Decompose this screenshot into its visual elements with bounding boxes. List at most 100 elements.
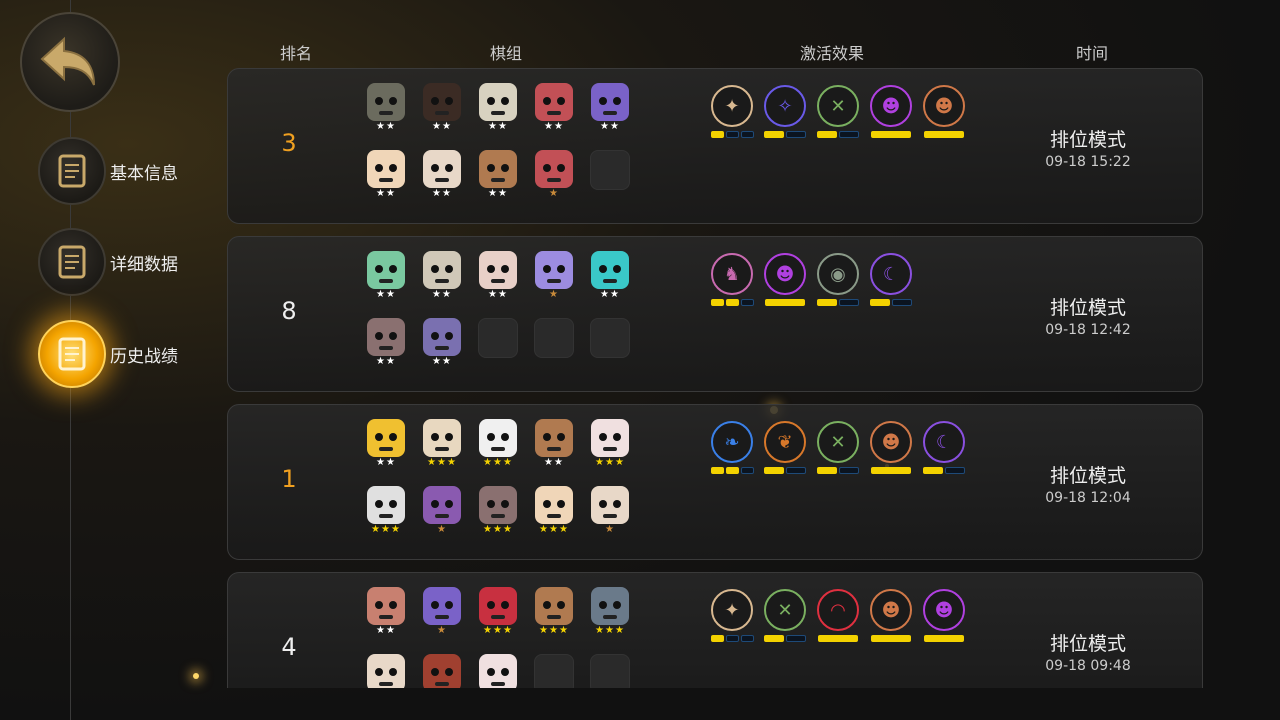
unit-card[interactable]: ★★ xyxy=(478,251,518,300)
match-row[interactable]: 4 ★★ ★ ★★★ ★★★ ★★★ ✦ ✕ ◠ ☻ ☻ 排位模式 09-18 09:48 xyxy=(227,572,1203,688)
unit-stars: ★★★ xyxy=(595,625,625,636)
synergy-item[interactable]: ✕ xyxy=(763,589,807,645)
unit-stars: ★★ xyxy=(432,121,452,132)
unit-card[interactable]: ★★ xyxy=(478,83,518,132)
match-mode: 排位模式 xyxy=(1049,297,1126,319)
unit-card[interactable] xyxy=(478,654,518,688)
frog-unit-icon xyxy=(367,251,405,289)
unit-card[interactable]: ★ xyxy=(590,486,630,535)
info-doc-icon xyxy=(38,228,106,296)
unit-card[interactable]: ★★ xyxy=(366,318,406,367)
unit-card[interactable]: ★★★ xyxy=(590,419,630,468)
sidebar-item-0[interactable]: 基本信息 xyxy=(38,137,178,205)
unit-card[interactable]: ★★ xyxy=(366,150,406,199)
unit-card[interactable]: ★★ xyxy=(366,83,406,132)
unit-stars: ★★ xyxy=(376,188,396,199)
synergy-item[interactable]: ☾ xyxy=(869,253,913,309)
unit-card[interactable]: ★★ xyxy=(422,251,462,300)
sidebar-item-2[interactable]: 历史战绩 xyxy=(38,320,178,388)
ogre-icon: ☻ xyxy=(870,589,912,631)
synergy-item[interactable]: ✧ xyxy=(763,85,807,141)
dome-icon: ◠ xyxy=(817,589,859,631)
synergy-item[interactable]: ♞ xyxy=(710,253,754,309)
header-lineup: 棋组 xyxy=(490,44,523,63)
synergy-item[interactable]: ✕ xyxy=(816,85,860,141)
unit-stars: ★★ xyxy=(544,457,564,468)
synergy-level-bars xyxy=(763,299,807,306)
synergy-item[interactable]: ◠ xyxy=(816,589,860,645)
unit-card[interactable]: ★★ xyxy=(534,83,574,132)
unit-stars: ★★ xyxy=(488,188,508,199)
unit-card[interactable]: ★★ xyxy=(422,318,462,367)
unit-card[interactable]: ★★★ xyxy=(422,419,462,468)
empty-unit-slot xyxy=(534,654,574,688)
synergy-item[interactable]: ☻ xyxy=(869,421,913,477)
synergy-item[interactable]: ◉ xyxy=(816,253,860,309)
synergy-item[interactable]: ❦ xyxy=(763,421,807,477)
synergy-item[interactable]: ☻ xyxy=(763,253,807,309)
match-rank: 8 xyxy=(281,297,297,325)
unit-card[interactable]: ★ xyxy=(534,150,574,199)
match-row[interactable]: 8 ★★ ★★ ★★ ★ ★★ ★★ ★★ ♞ ☻ ◉ ☾ 排位模式 09-18 12:42 xyxy=(227,236,1203,392)
match-history-list[interactable]: 3 ★★ ★★ ★★ ★★ ★★ ★★ ★★ ★★ ★ ✦ ✧ ✕ ☻ ☻ 排位模式 09-18 15:22 8 ★… xyxy=(227,68,1203,688)
empty-unit-slot xyxy=(590,654,630,688)
unit-card[interactable]: ★★ xyxy=(366,251,406,300)
synergy-item[interactable]: ☻ xyxy=(922,589,966,645)
unit-card[interactable]: ★★ xyxy=(422,83,462,132)
match-info: 排位模式 09-18 12:42 xyxy=(998,293,1178,338)
unit-stars: ★ xyxy=(605,524,615,535)
unit-card[interactable]: ★★ xyxy=(366,419,406,468)
synergy-level-bars xyxy=(922,131,966,138)
synergy-item[interactable]: ✕ xyxy=(816,421,860,477)
beast-icon: ✦ xyxy=(711,85,753,127)
ghost-unit-icon xyxy=(479,486,517,524)
synergy-item[interactable]: ✦ xyxy=(710,85,754,141)
screaming-unit-icon xyxy=(367,587,405,625)
unit-card[interactable]: ★★ xyxy=(590,83,630,132)
unit-card[interactable]: ★★★ xyxy=(590,587,630,636)
match-row[interactable]: 1 ★★ ★★★ ★★★ ★★ ★★★ ★★★ ★ ★★★ ★★★ ★ ❧ ❦ ✕ ☻ ☾ 排位模式 09-18 … xyxy=(227,404,1203,560)
unit-card[interactable]: ★★★ xyxy=(478,419,518,468)
skull-unit-icon xyxy=(367,654,405,688)
synergy-item[interactable]: ❧ xyxy=(710,421,754,477)
unit-card[interactable]: ★★★ xyxy=(534,587,574,636)
unit-card[interactable]: ★★★ xyxy=(478,486,518,535)
synergy-item[interactable]: ☻ xyxy=(922,85,966,141)
unit-card[interactable]: ★★ xyxy=(366,587,406,636)
witch-icon: ☾ xyxy=(870,253,912,295)
unit-card[interactable]: ★★★ xyxy=(534,486,574,535)
unit-card[interactable]: ★ xyxy=(422,486,462,535)
unit-card[interactable]: ★ xyxy=(422,587,462,636)
unit-stars: ★★ xyxy=(432,188,452,199)
sidebar-item-1[interactable]: 详细数据 xyxy=(38,228,178,296)
ghost-unit-icon xyxy=(367,318,405,356)
empty-unit-slot xyxy=(590,318,630,366)
unit-card[interactable]: ★★★ xyxy=(478,587,518,636)
synergy-item[interactable]: ☻ xyxy=(869,589,913,645)
unit-card[interactable]: ★★ xyxy=(534,419,574,468)
synergy-level-bars xyxy=(869,299,913,306)
unit-card[interactable] xyxy=(422,654,462,688)
synergy-level-bars xyxy=(710,467,754,474)
match-time: 09-18 12:42 xyxy=(1045,322,1131,338)
synergy-item[interactable]: ☾ xyxy=(922,421,966,477)
match-row[interactable]: 3 ★★ ★★ ★★ ★★ ★★ ★★ ★★ ★★ ★ ✦ ✧ ✕ ☻ ☻ 排位模式 09-18 15:22 xyxy=(227,68,1203,224)
unit-card[interactable]: ★ xyxy=(534,251,574,300)
table-header: 排名 棋组 激活效果 时间 xyxy=(0,40,1280,64)
unit-card[interactable]: ★★★ xyxy=(366,486,406,535)
unit-stars: ★★ xyxy=(376,289,396,300)
unit-stars: ★★★ xyxy=(427,457,457,468)
unit-card[interactable]: ★★ xyxy=(422,150,462,199)
unit-stars: ★★★ xyxy=(371,524,401,535)
unit-card[interactable]: ★★ xyxy=(478,150,518,199)
crossbow-icon: ✕ xyxy=(764,589,806,631)
unit-card[interactable] xyxy=(366,654,406,688)
unit-stars: ★★ xyxy=(544,121,564,132)
sidebar-item-label: 详细数据 xyxy=(110,254,178,275)
synergy-item[interactable]: ☻ xyxy=(869,85,913,141)
synergy-item[interactable]: ✦ xyxy=(710,589,754,645)
unit-stars: ★★ xyxy=(600,289,620,300)
unit-card[interactable]: ★★ xyxy=(590,251,630,300)
unit-stars: ★★ xyxy=(488,289,508,300)
masked-unit-icon xyxy=(479,251,517,289)
